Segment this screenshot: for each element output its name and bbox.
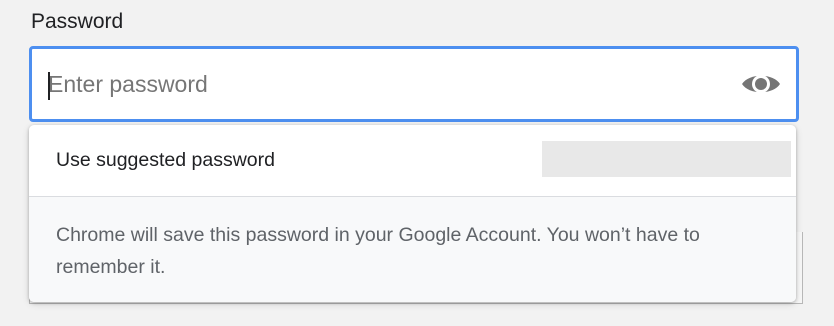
password-suggestion-popup: Use suggested password Chrome will save … bbox=[29, 125, 796, 302]
suggest-label: Use suggested password bbox=[56, 149, 275, 171]
show-password-button[interactable] bbox=[740, 67, 782, 101]
use-suggested-password-option[interactable]: Use suggested password bbox=[29, 125, 796, 196]
password-field[interactable] bbox=[29, 46, 799, 122]
password-input[interactable] bbox=[48, 49, 728, 119]
popup-footer: Chrome will save this password in your G… bbox=[29, 197, 796, 302]
password-label: Password bbox=[31, 10, 124, 33]
eye-icon bbox=[742, 75, 780, 93]
suggested-password-value bbox=[542, 141, 791, 177]
text-caret bbox=[48, 72, 50, 100]
save-info-text: Chrome will save this password in your G… bbox=[56, 224, 700, 278]
